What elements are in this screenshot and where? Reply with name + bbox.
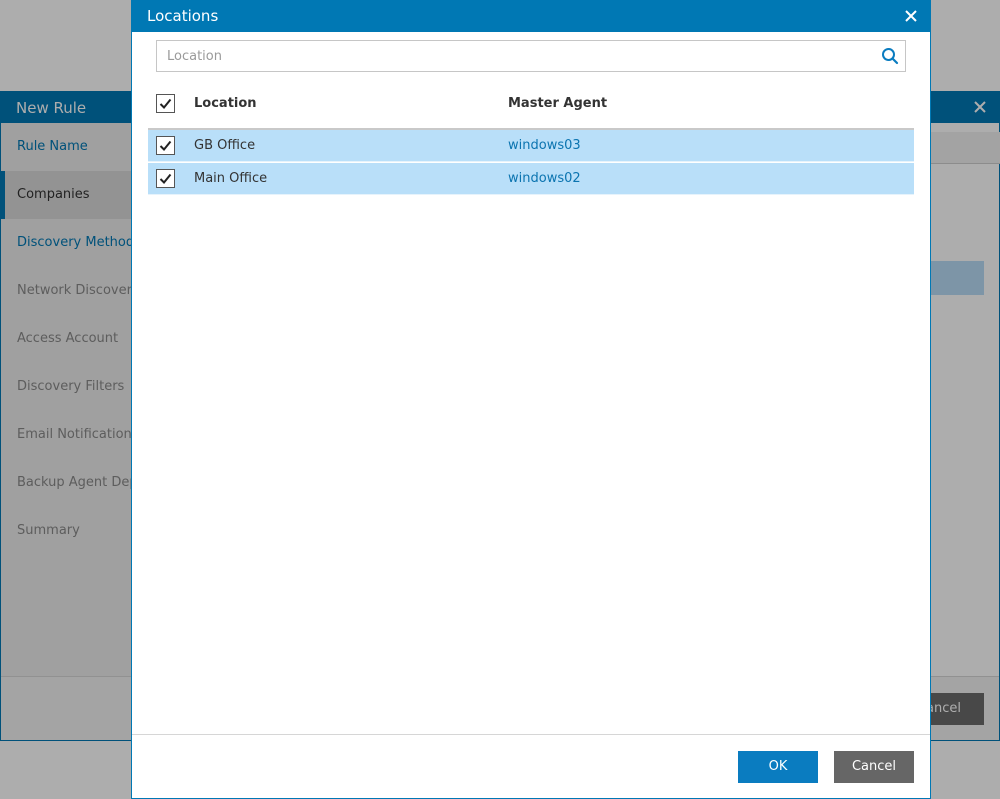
locations-titlebar: Locations [132,1,930,32]
master-agent-link[interactable]: windows02 [508,171,581,186]
row-checkbox[interactable] [156,136,175,155]
master-agent-link[interactable]: windows03 [508,138,581,153]
table-row[interactable]: Main Office windows02 [148,163,914,195]
row-checkbox[interactable] [156,169,175,188]
location-cell: GB Office [194,138,256,153]
cancel-button[interactable]: Cancel [834,751,914,783]
select-all-checkbox[interactable] [156,94,175,113]
search-icon[interactable] [881,47,899,65]
locations-dialog: Locations Location Master Agent GB Offic… [131,0,931,799]
location-search-input[interactable] [157,41,872,71]
ok-button[interactable]: OK [738,751,818,783]
dialog-title: Locations [147,7,219,25]
checkmark-icon [159,140,172,151]
location-cell: Main Office [194,171,268,186]
dialog-footer: OK Cancel [132,734,930,798]
checkmark-icon [159,173,172,184]
column-header-master-agent[interactable]: Master Agent [508,96,607,111]
locations-table-header: Location Master Agent [148,89,914,130]
column-header-location[interactable]: Location [194,96,257,111]
location-search-box [156,40,906,72]
close-icon[interactable] [902,7,920,25]
table-row[interactable]: GB Office windows03 [148,130,914,162]
checkmark-icon [159,98,172,109]
